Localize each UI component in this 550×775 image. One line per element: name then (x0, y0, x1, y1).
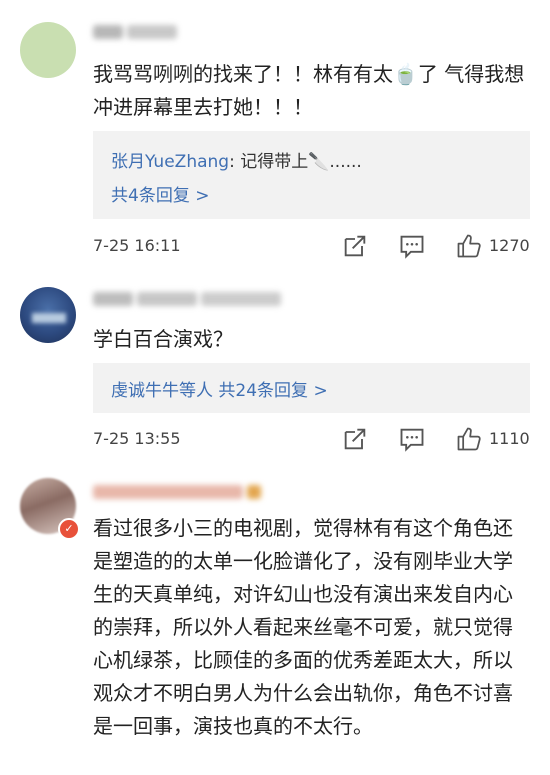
comment-text: 看过很多小三的电视剧，觉得林有有这个角色还是塑造的的太单一化脸谱化了，没有刚毕业… (93, 516, 513, 738)
like-count: 1110 (489, 429, 530, 448)
reply-preview[interactable]: 张月YueZhang: 记得带上🔪...... (111, 147, 362, 172)
comment-text: 我骂骂咧咧的找来了！！林有有太🍵了 气得我想冲进屏幕里去打她！！！ (93, 62, 525, 119)
share-icon[interactable] (341, 425, 369, 453)
comment-meta: 7-25 13:55 1110 (93, 425, 530, 455)
reply-text: 记得带上🔪...... (240, 152, 362, 172)
verified-badge-icon: ✓ (58, 518, 80, 540)
reply-box[interactable]: 虔诚牛牛等人 共24条回复 > (93, 363, 530, 413)
reply-count-link[interactable]: 共4条回复 > (111, 181, 209, 206)
reply-summary-link[interactable]: 虔诚牛牛等人 共24条回复 > (111, 376, 328, 401)
comment-1: 我骂骂咧咧的找来了！！林有有太🍵了 气得我想冲进屏幕里去打她！！！ 张月YueZ… (0, 0, 550, 275)
avatar[interactable] (20, 287, 76, 343)
like-icon[interactable] (455, 232, 483, 260)
comment-time: 7-25 16:11 (93, 236, 181, 255)
comment-icon[interactable] (398, 232, 426, 260)
comment-2: 学白百合演戏？ 虔诚牛牛等人 共24条回复 > 7-25 13:55 1110 (0, 275, 550, 470)
reply-user[interactable]: 张月YueZhang (111, 152, 229, 172)
comment-time: 7-25 13:55 (93, 429, 181, 448)
reply-box[interactable]: 张月YueZhang: 记得带上🔪...... 共4条回复 > (93, 131, 530, 219)
share-icon[interactable] (341, 232, 369, 260)
comment-icon[interactable] (398, 425, 426, 453)
comment-text: 学白百合演戏？ (93, 327, 233, 351)
reply-separator: : (229, 152, 235, 172)
username-blurred[interactable] (93, 22, 193, 42)
comment-3: ✓ 看过很多小三的电视剧，觉得林有有这个角色还是塑造的的太单一化脸谱化了，没有刚… (0, 470, 550, 775)
comment-meta: 7-25 16:11 1270 (93, 232, 530, 262)
avatar[interactable] (20, 22, 76, 78)
username-blurred[interactable] (93, 289, 313, 309)
like-count: 1270 (489, 236, 530, 255)
username-blurred[interactable] (93, 482, 283, 502)
like-icon[interactable] (455, 425, 483, 453)
